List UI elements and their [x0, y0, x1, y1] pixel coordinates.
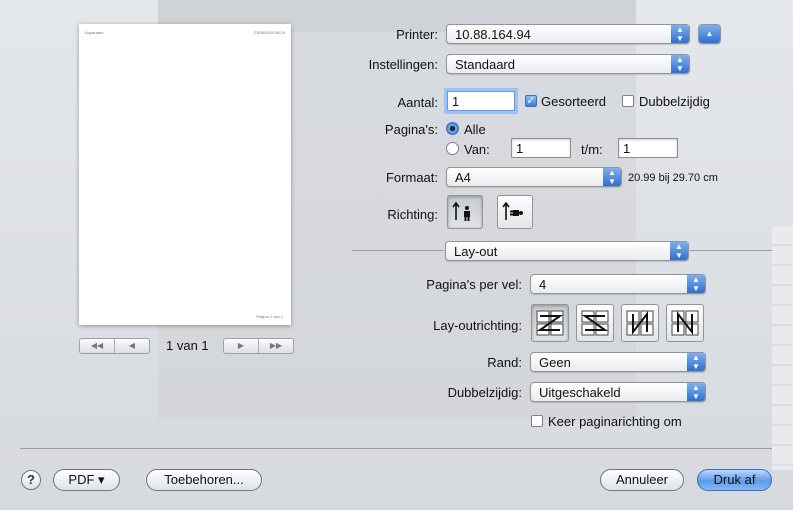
- direction-s-icon: [581, 310, 609, 336]
- layout-direction-reverse-n-button[interactable]: [666, 304, 704, 342]
- previous-page-button[interactable]: ◀: [114, 339, 149, 353]
- layout-two-sided-value: Uitgeschakeld: [539, 385, 621, 400]
- presets-label: Instellingen:: [368, 57, 438, 72]
- paper-size-value: A4: [455, 170, 471, 185]
- panel-separator-right: [690, 250, 772, 251]
- pages-label: Pagina's:: [384, 122, 438, 137]
- print-label: Druk af: [713, 472, 756, 487]
- page-indicator: 1 van 1: [166, 338, 209, 353]
- first-page-button[interactable]: ◀◀: [80, 339, 114, 353]
- preview-header-right: 23/08/2010 08:29: [253, 30, 285, 35]
- popup-arrows-icon: ▲ ▼: [687, 353, 705, 371]
- footer-separator: [20, 448, 772, 449]
- two-sided-checkbox[interactable]: [622, 95, 634, 107]
- preview-header-left: Apparaten: [85, 30, 104, 35]
- collapse-details-button[interactable]: ▲: [698, 24, 721, 44]
- disclosure-up-icon: ▲: [699, 25, 720, 43]
- layout-direction-s-button[interactable]: [576, 304, 614, 342]
- pdf-label: PDF ▾: [68, 472, 105, 487]
- pdf-menu-button[interactable]: PDF ▾: [53, 469, 120, 491]
- paper-size-label: Formaat:: [385, 170, 438, 185]
- pages-from-input[interactable]: 1: [511, 138, 571, 158]
- collated-label: Gesorteerd: [541, 94, 607, 109]
- popup-arrows-icon: ▲ ▼: [687, 275, 705, 293]
- direction-reverse-n-icon: [671, 310, 699, 336]
- pages-per-sheet-popup[interactable]: 4 ▲ ▼: [530, 274, 706, 294]
- popup-arrows-icon: ▲ ▼: [671, 55, 689, 73]
- copies-value: 1: [452, 94, 460, 109]
- next-page-button[interactable]: ▶: [224, 339, 258, 353]
- preview-forward-buttons: ▶ ▶▶: [223, 338, 294, 354]
- pages-all-radio[interactable]: [446, 122, 459, 135]
- preview-back-buttons: ◀◀ ◀: [79, 338, 150, 354]
- cancel-label: Annuleer: [615, 472, 669, 487]
- supplies-label: Toebehoren...: [164, 472, 244, 487]
- collated-checkbox[interactable]: ✓: [525, 95, 537, 107]
- help-icon: ?: [27, 472, 35, 487]
- presets-popup[interactable]: Standaard ▲ ▼: [446, 54, 690, 74]
- layout-two-sided-popup[interactable]: Uitgeschakeld ▲ ▼: [530, 382, 706, 402]
- two-sided-label: Dubbelzijdig: [639, 94, 710, 109]
- printer-label: Printer:: [396, 27, 438, 42]
- paper-size-popup[interactable]: A4 ▲ ▼: [446, 167, 622, 187]
- direction-z-icon: [536, 310, 564, 336]
- reverse-orientation-checkbox[interactable]: [531, 415, 543, 427]
- panel-value: Lay-out: [454, 244, 498, 259]
- layout-direction-label: Lay-outrichting:: [433, 318, 522, 333]
- pages-from-label: Van:: [464, 142, 490, 157]
- printer-value: 10.88.164.94: [455, 27, 531, 42]
- pages-to-label: t/m:: [581, 142, 603, 157]
- paper-dimensions: 20.99 bij 29.70 cm: [628, 172, 718, 184]
- orientation-landscape-button[interactable]: [497, 195, 533, 229]
- pages-per-sheet-value: 4: [539, 277, 547, 292]
- reverse-orientation-label: Keer paginarichting om: [548, 414, 682, 429]
- panel-separator-left: [352, 250, 444, 251]
- orientation-portrait-button[interactable]: [447, 195, 483, 229]
- cancel-button[interactable]: Annuleer: [600, 469, 684, 491]
- pages-to-input[interactable]: 1: [618, 138, 678, 158]
- supplies-button[interactable]: Toebehoren...: [146, 469, 262, 491]
- layout-direction-z-button[interactable]: [531, 304, 569, 342]
- portrait-person-icon: [452, 201, 470, 221]
- copies-label: Aantal:: [397, 95, 438, 110]
- landscape-person-icon: [502, 201, 523, 220]
- border-value: Geen: [539, 355, 571, 370]
- orientation-label: Richting:: [387, 207, 438, 222]
- copies-input[interactable]: 1: [447, 91, 515, 111]
- print-button[interactable]: Druk af: [697, 469, 772, 491]
- popup-arrows-icon: ▲ ▼: [670, 242, 688, 260]
- print-dialog: Apparaten 23/08/2010 08:29 Pagina 1 van …: [0, 0, 793, 510]
- panel-popup[interactable]: Lay-out ▲ ▼: [445, 241, 689, 261]
- last-page-button[interactable]: ▶▶: [258, 339, 293, 353]
- popup-arrows-icon: ▲ ▼: [603, 168, 621, 186]
- print-preview: Apparaten 23/08/2010 08:29 Pagina 1 van …: [79, 24, 291, 325]
- pages-range-radio[interactable]: [446, 142, 459, 155]
- layout-direction-n-button[interactable]: [621, 304, 659, 342]
- pages-to-value: 1: [623, 141, 631, 156]
- border-label: Rand:: [487, 355, 522, 370]
- border-popup[interactable]: Geen ▲ ▼: [530, 352, 706, 372]
- popup-arrows-icon: ▲ ▼: [671, 25, 689, 43]
- printer-popup[interactable]: 10.88.164.94 ▲ ▼: [446, 24, 690, 44]
- pages-from-value: 1: [516, 141, 524, 156]
- popup-arrows-icon: ▲ ▼: [687, 383, 705, 401]
- presets-value: Standaard: [455, 57, 515, 72]
- background-list: [772, 226, 793, 470]
- layout-two-sided-label: Dubbelzijdig:: [447, 385, 522, 400]
- pages-all-label: Alle: [464, 122, 486, 137]
- pages-per-sheet-label: Pagina's per vel:: [426, 277, 522, 292]
- preview-footer: Pagina 1 van 1: [256, 314, 283, 319]
- direction-n-icon: [626, 310, 654, 336]
- help-button[interactable]: ?: [21, 470, 41, 490]
